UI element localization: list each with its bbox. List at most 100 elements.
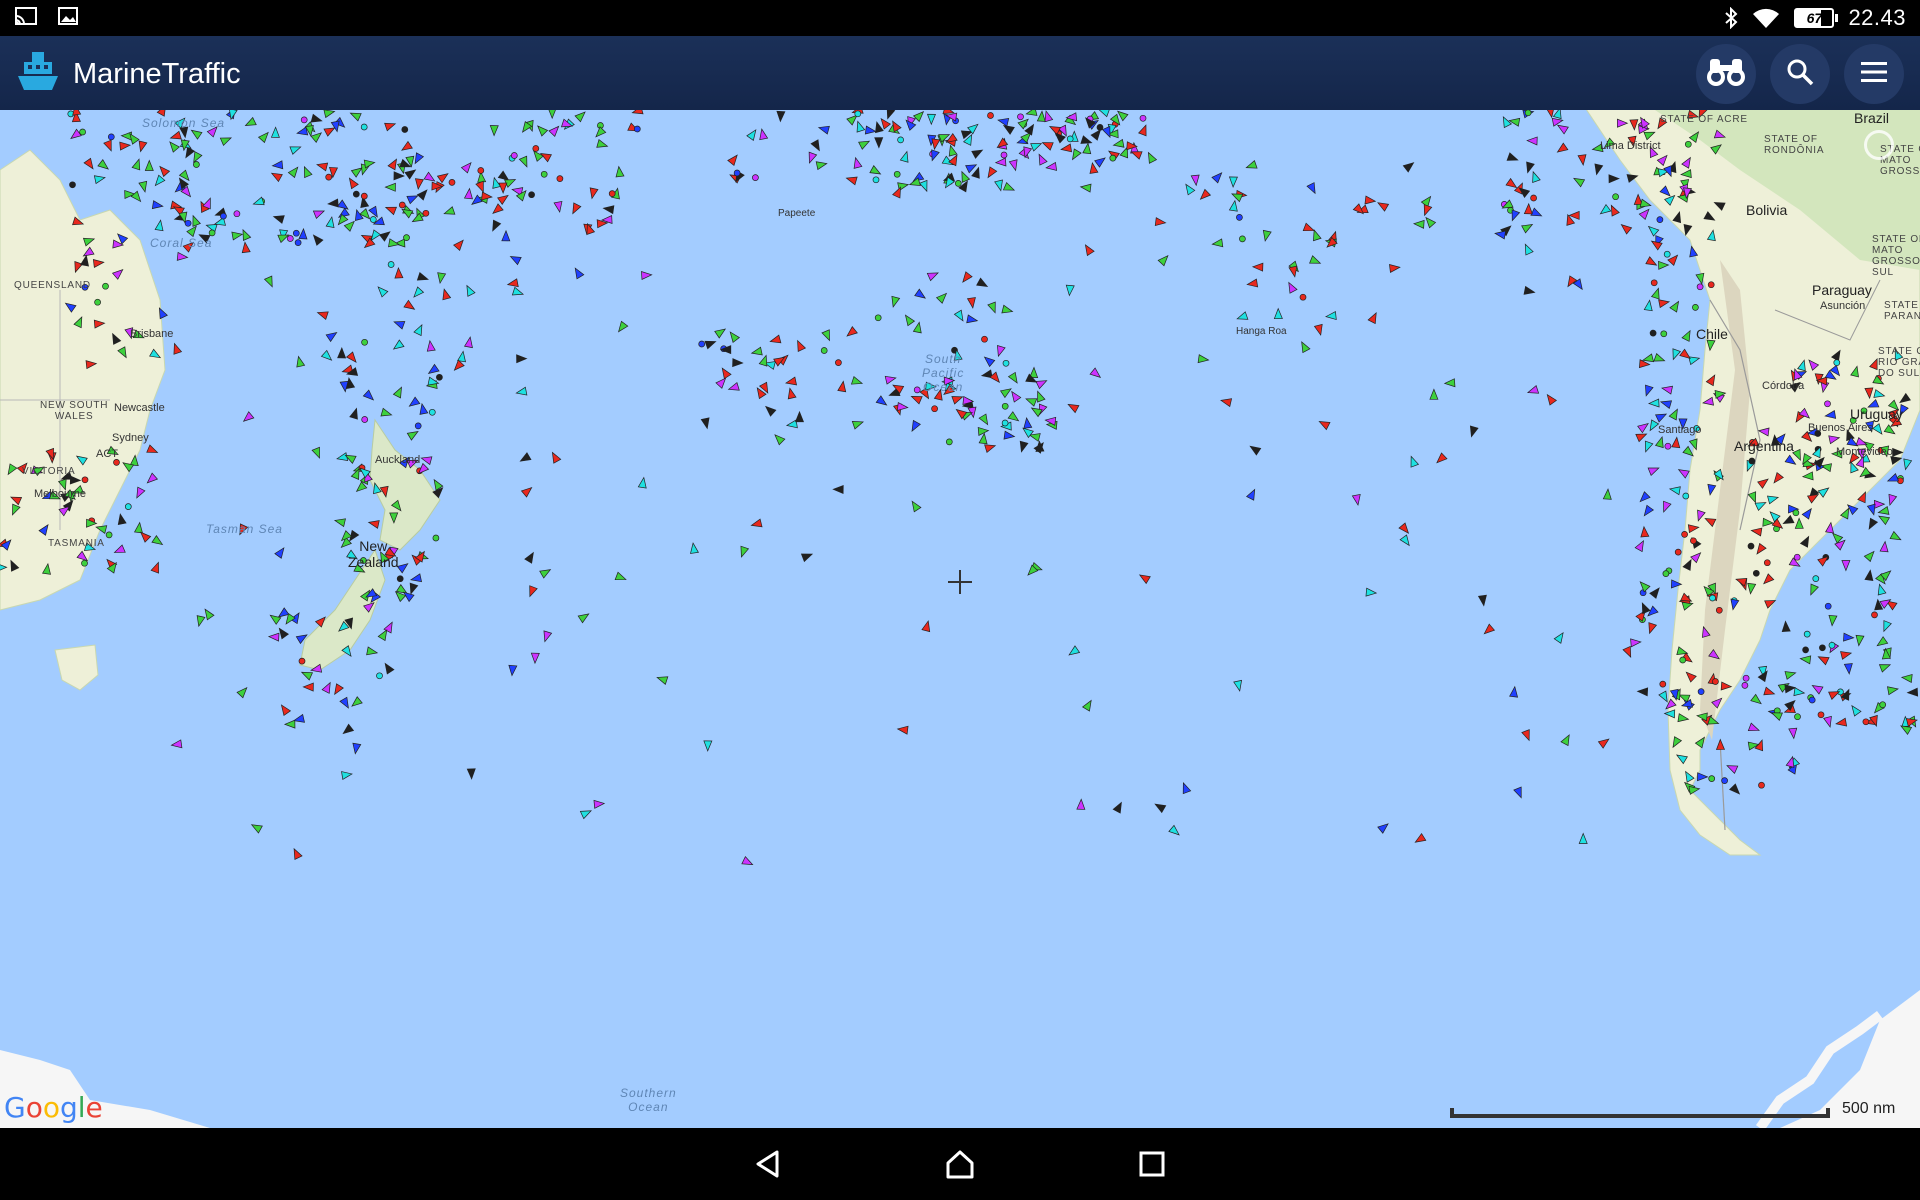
vessel-marker[interactable] (133, 521, 144, 534)
vessel-marker[interactable] (1001, 419, 1009, 427)
vessel-marker[interactable] (448, 179, 456, 186)
vessel-marker[interactable] (380, 407, 393, 418)
vessel-marker[interactable] (869, 165, 883, 178)
vessel-marker[interactable] (1659, 398, 1673, 410)
vessel-marker[interactable] (400, 140, 413, 153)
vessel-marker[interactable] (1864, 569, 1874, 582)
vessel-marker[interactable] (271, 160, 284, 170)
vessel-marker[interactable] (1649, 329, 1657, 337)
vessel-marker[interactable] (1082, 243, 1095, 257)
vessel-marker[interactable] (345, 351, 360, 365)
vessel-marker[interactable] (316, 309, 329, 321)
vessel-marker[interactable] (1154, 217, 1167, 227)
vessel-marker[interactable] (443, 206, 456, 218)
vessel-marker[interactable] (336, 452, 349, 463)
vessel-marker[interactable] (506, 278, 519, 289)
vessel-marker[interactable] (406, 428, 420, 441)
vessel-marker[interactable] (1482, 623, 1496, 637)
vessel-marker[interactable] (1251, 262, 1264, 272)
map-view[interactable]: QUEENSLAND NEW SOUTH WALES VICTORIA TASM… (0, 110, 1920, 1128)
vessel-marker[interactable] (1421, 204, 1433, 217)
vessel-marker[interactable] (794, 410, 805, 423)
vessel-marker[interactable] (436, 272, 447, 285)
vessel-marker[interactable] (1835, 717, 1848, 728)
vessel-marker[interactable] (257, 130, 272, 144)
vessel-marker[interactable] (556, 175, 564, 182)
vessel-marker[interactable] (1654, 436, 1666, 449)
vessel-marker[interactable] (1697, 688, 1705, 695)
vessel-marker[interactable] (1742, 674, 1750, 682)
vessel-marker[interactable] (902, 313, 916, 327)
vessel-marker[interactable] (1690, 537, 1697, 545)
vessel-marker[interactable] (325, 216, 336, 228)
vessel-marker[interactable] (325, 329, 339, 343)
vessel-marker[interactable] (1715, 606, 1723, 614)
vessel-marker[interactable] (908, 419, 921, 433)
vessel-marker[interactable] (1302, 222, 1315, 234)
vessel-marker[interactable] (411, 286, 425, 300)
vessel-marker[interactable] (1655, 410, 1668, 423)
vessel-marker[interactable] (1351, 494, 1362, 506)
vessel-marker[interactable] (1793, 687, 1806, 697)
vessel-marker[interactable] (1197, 354, 1210, 364)
vessel-marker[interactable] (1367, 311, 1380, 325)
vessel-marker[interactable] (1088, 162, 1099, 174)
vessel-marker[interactable] (1079, 183, 1092, 193)
vessel-marker[interactable] (1364, 195, 1377, 205)
vessel-marker[interactable] (1828, 614, 1838, 627)
home-button[interactable] (940, 1146, 980, 1186)
vessel-marker[interactable] (1521, 729, 1533, 742)
vessel-marker[interactable] (520, 484, 534, 498)
vessel-marker[interactable] (1420, 194, 1433, 208)
back-button[interactable] (748, 1146, 788, 1186)
vessel-marker[interactable] (1153, 801, 1167, 814)
vessel-marker[interactable] (436, 373, 443, 381)
vessel-marker[interactable] (1793, 553, 1801, 561)
binoculars-button[interactable] (1696, 44, 1756, 104)
vessel-marker[interactable] (872, 176, 880, 184)
vessel-marker[interactable] (508, 664, 518, 677)
vessel-marker[interactable] (1246, 488, 1259, 501)
vessel-marker[interactable] (1239, 235, 1246, 243)
vessel-marker[interactable] (1309, 255, 1322, 267)
vessel-marker[interactable] (1285, 281, 1298, 294)
vessel-marker[interactable] (1377, 821, 1391, 834)
vessel-marker[interactable] (615, 320, 629, 334)
vessel-marker[interactable] (1112, 138, 1125, 149)
vessel-marker[interactable] (746, 128, 759, 141)
vessel-marker[interactable] (1906, 687, 1919, 697)
vessel-marker[interactable] (331, 683, 344, 697)
vessel-marker[interactable] (432, 534, 440, 542)
vessel-marker[interactable] (103, 139, 115, 152)
vessel-marker[interactable] (154, 219, 164, 232)
vessel-marker[interactable] (83, 157, 96, 171)
vessel-marker[interactable] (926, 113, 936, 126)
vessel-marker[interactable] (1248, 443, 1262, 456)
vessel-marker[interactable] (1849, 703, 1862, 717)
vessel-marker[interactable] (1668, 407, 1681, 421)
vessel-marker[interactable] (1697, 772, 1709, 782)
vessel-marker[interactable] (396, 560, 410, 574)
vessel-marker[interactable] (1828, 641, 1836, 649)
vessel-marker[interactable] (1180, 781, 1192, 795)
vessel-marker[interactable] (410, 573, 422, 584)
vessel-marker[interactable] (151, 200, 164, 210)
vessel-marker[interactable] (1523, 285, 1536, 297)
vessel-marker[interactable] (1429, 388, 1439, 400)
vessel-marker[interactable] (1807, 583, 1819, 596)
vessel-marker[interactable] (1662, 570, 1670, 577)
vessel-marker[interactable] (953, 309, 966, 323)
vessel-marker[interactable] (81, 476, 89, 484)
vessel-marker[interactable] (1812, 575, 1820, 582)
vessel-marker[interactable] (515, 386, 528, 397)
vessel-marker[interactable] (1552, 110, 1563, 120)
vessel-marker[interactable] (997, 116, 1010, 127)
vessel-marker[interactable] (1664, 442, 1672, 450)
vessel-marker[interactable] (1526, 385, 1540, 397)
vessel-marker[interactable] (714, 326, 728, 339)
vessel-marker[interactable] (360, 192, 368, 200)
vessel-marker[interactable] (602, 204, 615, 215)
vessel-marker[interactable] (1112, 801, 1125, 814)
vessel-marker[interactable] (119, 141, 132, 151)
vessel-marker[interactable] (1671, 436, 1681, 449)
